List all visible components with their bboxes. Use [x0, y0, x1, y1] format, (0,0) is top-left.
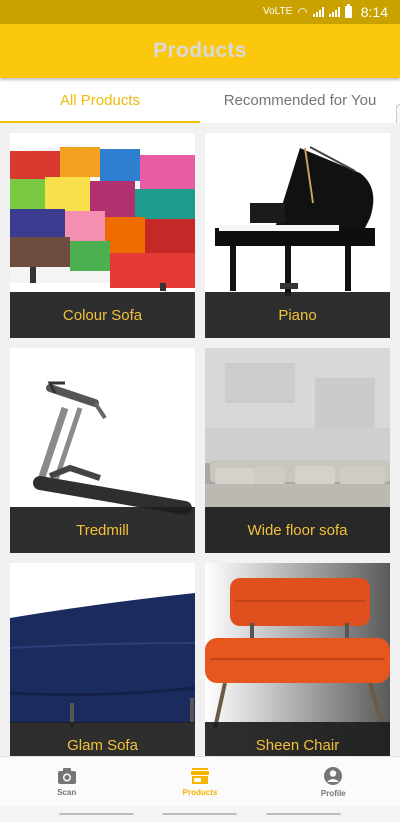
store-icon	[190, 767, 209, 784]
camera-icon	[57, 767, 76, 784]
product-card-sheen-chair[interactable]: Sheen Chair	[205, 563, 390, 756]
nav-profile[interactable]: Profile	[267, 757, 400, 806]
status-time: 8:14	[360, 4, 388, 20]
product-name: Sheen Chair	[205, 722, 390, 756]
nav-label: Scan	[57, 787, 77, 797]
tab-recommended[interactable]: Recommended for You	[200, 78, 400, 123]
battery-icon	[344, 4, 352, 18]
product-name: Colour Sofa	[10, 292, 195, 338]
nav-label: Products	[182, 787, 218, 797]
page-title: Products	[153, 39, 247, 62]
signal-icon	[312, 7, 324, 17]
product-name: Glam Sofa	[10, 722, 195, 756]
system-gesture-bar	[0, 806, 400, 822]
product-card-treadmill[interactable]: Tredmill	[10, 348, 195, 553]
product-grid: Colour Sofa Piano Tredmill Wide floor so…	[0, 123, 400, 756]
app-bar: Products	[0, 24, 400, 78]
tab-label: All Products	[59, 92, 141, 109]
nav-label: Profile	[320, 788, 346, 798]
tab-label: Recommended for You	[223, 92, 377, 109]
tab-all-products[interactable]: All Products	[0, 78, 200, 123]
bottom-navigation: Scan Products Profile	[0, 756, 400, 806]
product-card-colour-sofa[interactable]: Colour Sofa	[10, 133, 195, 338]
product-card-wide-floor-sofa[interactable]: Wide floor sofa	[205, 348, 390, 553]
volte-indicator: VoLTE	[262, 6, 293, 17]
gesture-indicator[interactable]	[265, 813, 341, 815]
product-name: Piano	[205, 292, 390, 338]
nav-products[interactable]: Products	[133, 757, 266, 806]
account-circle-icon	[324, 766, 343, 785]
product-card-glam-sofa[interactable]: Glam Sofa	[10, 563, 195, 756]
wifi-icon: ◠	[297, 5, 308, 19]
gesture-indicator[interactable]	[162, 813, 238, 815]
nav-scan[interactable]: Scan	[0, 757, 133, 806]
gesture-indicator[interactable]	[59, 813, 135, 815]
signal-icon-2	[328, 7, 340, 17]
product-name: Tredmill	[10, 507, 195, 553]
tab-bar: All Products Recommended for You	[0, 78, 400, 123]
product-card-piano[interactable]: Piano	[205, 133, 390, 338]
status-bar: VoLTE ◠ 8:14	[0, 0, 400, 24]
product-name: Wide floor sofa	[205, 507, 390, 553]
